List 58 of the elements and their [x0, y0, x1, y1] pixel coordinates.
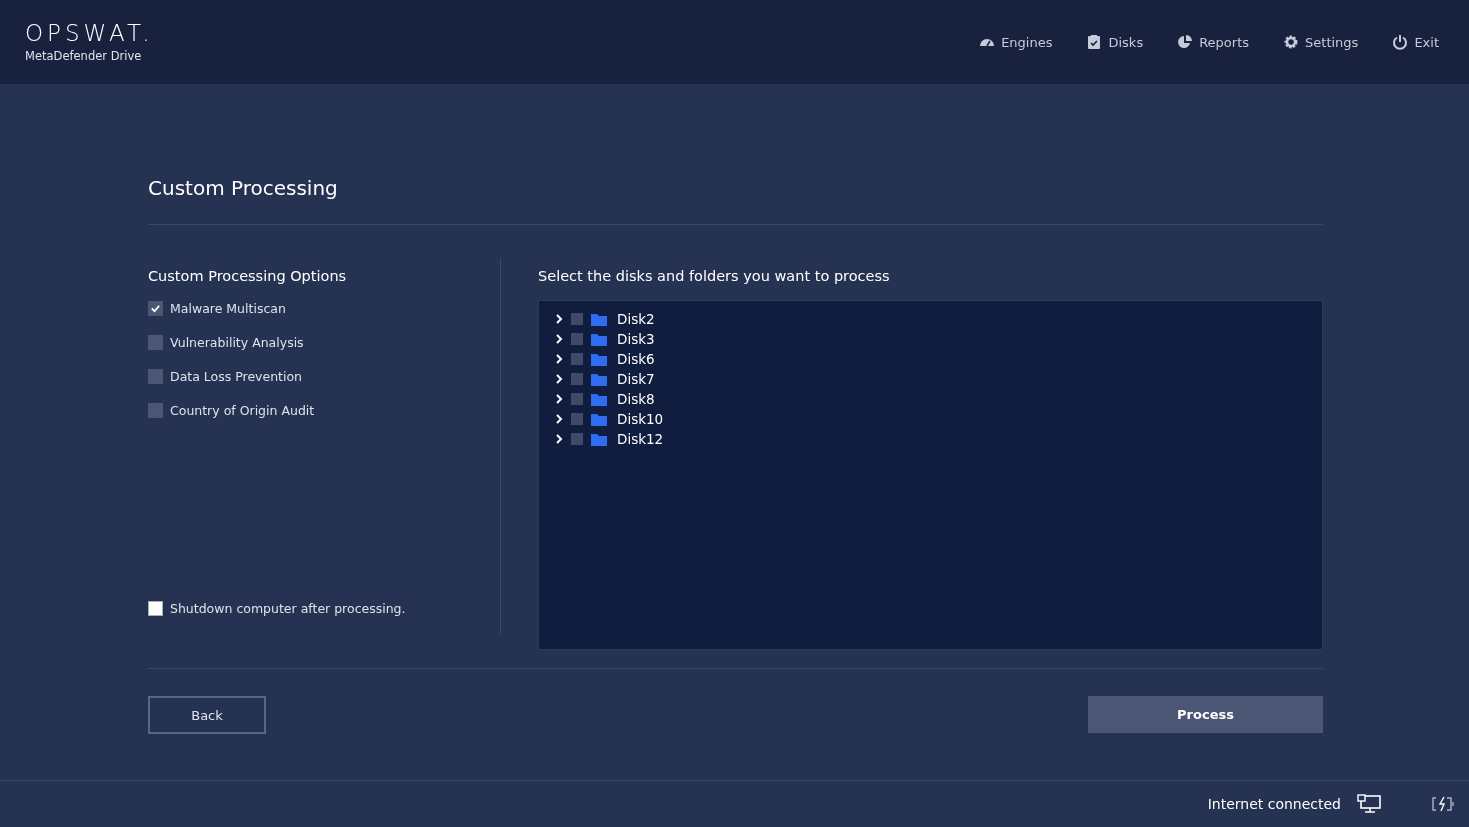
disk-label[interactable]: Disk10 [617, 411, 664, 427]
checkbox[interactable] [571, 373, 583, 385]
chevron-icon[interactable] [553, 333, 565, 345]
gear-icon [1283, 34, 1300, 50]
checkbox[interactable] [571, 393, 583, 405]
folder-icon [591, 372, 607, 386]
folder-icon [591, 332, 607, 346]
folder-icon [591, 392, 607, 406]
process-button[interactable]: Process [1088, 696, 1323, 733]
checkbox[interactable] [571, 433, 583, 445]
clipboard-icon [1086, 34, 1103, 50]
checkbox[interactable] [148, 300, 163, 316]
checkbox[interactable] [148, 402, 163, 418]
checkmark-icon [150, 302, 161, 314]
chevron-icon[interactable] [553, 413, 565, 425]
option-label: Vulnerability Analysis [170, 334, 304, 350]
checkbox[interactable] [148, 600, 163, 616]
disk-label[interactable]: Disk12 [617, 431, 664, 447]
folder-icon [591, 432, 607, 446]
disk-label[interactable]: Disk8 [617, 391, 655, 407]
checkbox[interactable] [148, 334, 163, 350]
logo: OPSWAT. [25, 21, 154, 45]
nav-item[interactable]: Settings [1283, 34, 1359, 50]
chevron-icon[interactable] [553, 353, 565, 365]
disk-label[interactable]: Disk6 [617, 351, 655, 367]
disk-label[interactable]: Disk7 [617, 371, 655, 387]
nav-item[interactable]: Engines [979, 34, 1053, 50]
nav-item[interactable]: Disks [1086, 34, 1144, 50]
power-icon [1392, 34, 1409, 50]
disk-label[interactable]: Disk2 [617, 311, 655, 327]
disk-label[interactable]: Disk3 [617, 331, 655, 347]
checkbox[interactable] [571, 313, 583, 325]
product-name: MetaDefender Drive [25, 49, 143, 63]
checkbox[interactable] [571, 333, 583, 345]
connection-status: Internet connected [1207, 796, 1341, 812]
pie-icon [1177, 34, 1194, 50]
option-label: Malware Multiscan [170, 300, 286, 316]
folder-icon [591, 412, 607, 426]
page-title: Custom Processing [148, 176, 1323, 225]
option-label: Data Loss Prevention [170, 368, 303, 384]
chevron-icon[interactable] [553, 313, 565, 325]
back-button[interactable]: Back [148, 696, 266, 734]
chevron-icon[interactable] [553, 393, 565, 405]
checkbox[interactable] [571, 353, 583, 365]
nav-item[interactable]: Reports [1177, 34, 1250, 50]
checkbox[interactable] [148, 368, 163, 384]
checkbox[interactable] [571, 413, 583, 425]
monitor-icon [1357, 794, 1381, 814]
battery-charging-icon [1431, 796, 1455, 812]
chevron-icon[interactable] [553, 433, 565, 445]
nav-item[interactable]: Exit [1392, 34, 1439, 50]
section-heading: Select the disks and folders you want to process [538, 268, 891, 284]
option-label: Country of Origin Audit [170, 402, 315, 418]
chevron-icon[interactable] [553, 373, 565, 385]
folder-icon [591, 312, 607, 326]
section-heading: Custom Processing Options [148, 268, 348, 284]
option-label: Shutdown computer after processing. [170, 600, 406, 616]
folder-icon [591, 352, 607, 366]
